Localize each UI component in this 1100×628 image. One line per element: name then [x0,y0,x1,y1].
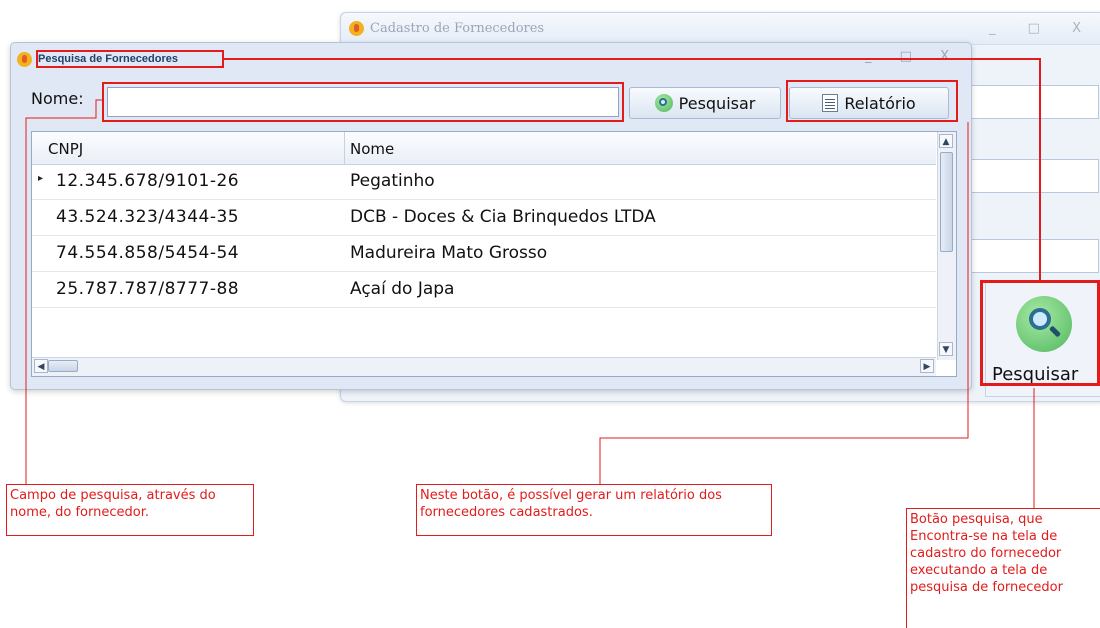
grid-header: CNPJ Nome [32,132,936,165]
scroll-left-icon[interactable]: ◀ [34,359,48,373]
cadastro-field-2[interactable] [971,159,1099,193]
column-header-cnpj[interactable]: CNPJ [48,140,83,158]
column-separator [344,132,345,164]
cadastro-window-controls[interactable]: _ □ X [989,21,1095,36]
vertical-scrollbar[interactable]: ▲ ▼ [937,132,956,360]
table-row[interactable]: 25.787.787/8777-88 Açaí do Japa [32,272,936,308]
cadastro-field-1[interactable] [971,85,1099,119]
app-icon [17,51,32,67]
fornecedores-grid[interactable]: CNPJ Nome ▸ 12.345.678/9101-26 Pegatinho… [31,131,957,377]
scroll-right-icon[interactable]: ▶ [920,359,934,373]
dialog-titlebar: Pesquisa de Fornecedores _ □ X [11,43,971,75]
callout-search-field: Campo de pesquisa, através do nome, do f… [6,484,254,536]
cadastro-field-3[interactable] [971,239,1099,273]
row-indicator-icon: ▸ [38,173,44,184]
horizontal-scrollbar[interactable]: ◀ ▶ [32,357,936,376]
dialog-window-controls[interactable]: _ □ X [865,49,961,64]
cell-cnpj: 25.787.787/8777-88 [56,279,240,299]
pesquisa-fornecedores-dialog: Pesquisa de Fornecedores _ □ X Nome: Pes… [10,42,972,390]
cell-cnpj: 12.345.678/9101-26 [56,171,240,191]
magnifier-icon [1016,296,1072,352]
pesquisar-button[interactable]: Pesquisar [629,87,781,119]
cell-nome: Açaí do Japa [350,279,455,299]
cell-cnpj: 74.554.858/5454-54 [56,243,240,263]
cell-nome: Pegatinho [350,171,435,191]
app-icon [349,21,364,36]
callout-pesquisar-button: Botão pesquisa, que Encontra-se na tela … [906,508,1100,628]
nome-label: Nome: [31,89,84,108]
pesquisar-button-label: Pesquisar [678,93,756,113]
scroll-up-icon[interactable]: ▲ [939,134,953,148]
nome-search-input[interactable] [107,87,619,117]
table-row[interactable]: 74.554.858/5454-54 Madureira Mato Grosso [32,236,936,272]
vertical-scroll-thumb[interactable] [940,152,953,252]
cadastro-pesquisar-button[interactable]: Pesquisar [985,281,1100,397]
cadastro-window-title: Cadastro de Fornecedores [370,21,545,36]
cadastro-titlebar: Cadastro de Fornecedores _ □ X [341,13,1100,45]
dialog-title: Pesquisa de Fornecedores [38,53,178,65]
relatorio-button-label: Relatório [844,93,916,113]
callout-relatorio-button: Neste botão, é possível gerar um relatór… [416,484,772,536]
table-row[interactable]: 43.524.323/4344-35 DCB - Doces & Cia Bri… [32,200,936,236]
table-row[interactable]: ▸ 12.345.678/9101-26 Pegatinho [32,164,936,200]
relatorio-button[interactable]: Relatório [789,87,949,119]
cell-nome: Madureira Mato Grosso [350,243,548,263]
report-icon [822,94,839,112]
magnifier-icon [654,94,673,112]
column-header-nome[interactable]: Nome [350,140,394,158]
horizontal-scroll-thumb[interactable] [48,360,78,372]
cell-nome: DCB - Doces & Cia Brinquedos LTDA [350,207,656,227]
scroll-down-icon[interactable]: ▼ [939,342,953,356]
cell-cnpj: 43.524.323/4344-35 [56,207,240,227]
cadastro-pesquisar-label: Pesquisar [992,364,1079,385]
